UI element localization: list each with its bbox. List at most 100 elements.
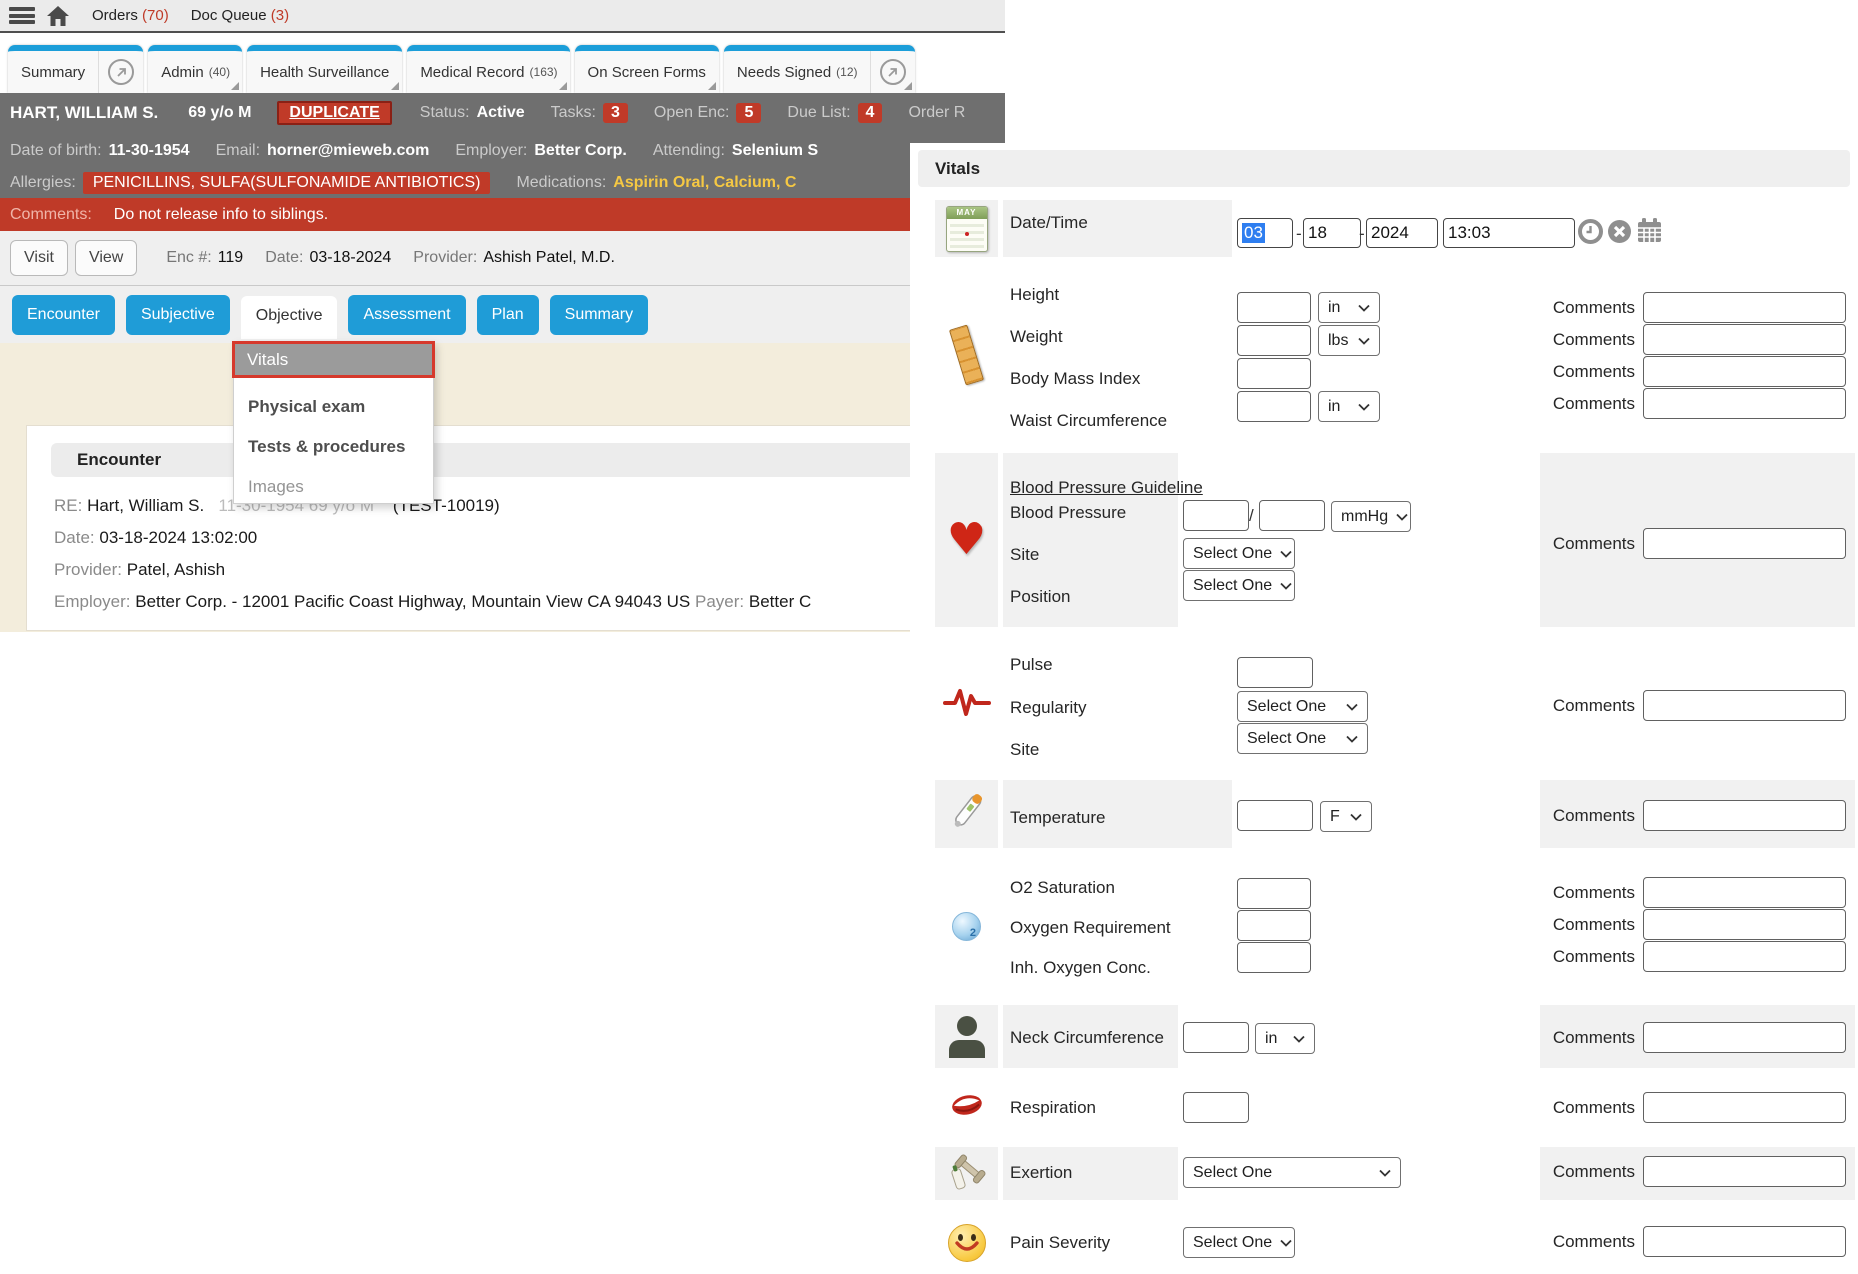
vitals-row-exertion: Exertion Select One Comments (910, 1147, 1855, 1200)
tab-summary[interactable]: Summary (8, 45, 143, 93)
chevron-down-icon (1280, 582, 1292, 590)
nav-summary[interactable]: Summary (550, 295, 648, 335)
due-list-badge[interactable]: 4 (858, 103, 883, 123)
date-month-input[interactable]: 03 (1237, 218, 1293, 248)
temperature-unit-select[interactable]: F (1320, 801, 1372, 832)
respiration-comments-input[interactable] (1643, 1092, 1846, 1123)
o2-saturation-input[interactable] (1237, 878, 1311, 909)
bp-guideline-link[interactable]: Blood Pressure Guideline (1010, 478, 1203, 498)
bmi-comments-input[interactable] (1643, 356, 1846, 387)
bp-label: Blood Pressure (1010, 503, 1126, 523)
pulse-input[interactable] (1237, 657, 1313, 688)
tab-needs-signed[interactable]: Needs Signed(12) (724, 45, 915, 93)
date-year-input[interactable] (1366, 218, 1438, 248)
orders-link[interactable]: Orders (70) (92, 7, 169, 24)
weight-input[interactable] (1237, 325, 1311, 356)
waist-input[interactable] (1237, 391, 1311, 422)
clear-datetime-icon[interactable] (1607, 219, 1632, 244)
bmi-label: Body Mass Index (1010, 369, 1140, 389)
menu-item-tests-procedures[interactable]: Tests & procedures (248, 437, 405, 457)
height-comments-input[interactable] (1643, 292, 1846, 323)
nav-assessment[interactable]: Assessment (348, 295, 465, 335)
pain-comments-input[interactable] (1643, 1226, 1846, 1257)
tab-admin[interactable]: Admin(40) (148, 45, 242, 93)
bmi-input[interactable] (1237, 358, 1311, 389)
pulse-label: Pulse (1010, 655, 1053, 675)
bp-site-select[interactable]: Select One (1183, 538, 1295, 569)
medications-list[interactable]: Aspirin Oral, Calcium, C (613, 174, 796, 192)
bp-systolic-input[interactable] (1183, 500, 1249, 531)
pain-severity-select[interactable]: Select One (1183, 1227, 1295, 1258)
waist-comments-input[interactable] (1643, 388, 1846, 419)
bp-unit-select[interactable]: mmHg (1331, 501, 1411, 532)
inh-oxygen-input[interactable] (1237, 942, 1311, 973)
encounter-card-title: Encounter (77, 450, 161, 470)
exertion-comments-input[interactable] (1643, 1156, 1846, 1187)
tab-label: Summary (8, 64, 98, 81)
neck-comments-input[interactable] (1643, 1022, 1846, 1053)
encounter-employer: Better Corp. - 12001 Pacific Coast Highw… (135, 592, 690, 611)
height-unit-select[interactable]: in (1318, 292, 1380, 323)
oxygen-requirement-input[interactable] (1237, 910, 1311, 941)
weight-comments-input[interactable] (1643, 324, 1846, 355)
pulse-comments-input[interactable] (1643, 690, 1846, 721)
oxygen-icon: 2 (952, 912, 981, 941)
neck-input[interactable] (1183, 1022, 1249, 1053)
waist-unit-select[interactable]: in (1318, 391, 1380, 422)
weight-unit-select[interactable]: lbs (1318, 325, 1380, 356)
doc-queue-link[interactable]: Doc Queue (3) (191, 7, 289, 24)
height-input[interactable] (1237, 292, 1311, 323)
encounter-content-area: Encounter RE: Hart, William S. 11-30-195… (0, 343, 1005, 632)
bp-diastolic-input[interactable] (1259, 500, 1325, 531)
patient-name: HART, WILLIAM S. (10, 103, 158, 123)
menu-item-physical-exam[interactable]: Physical exam (248, 397, 365, 417)
chevron-down-icon (1346, 735, 1358, 743)
tab-on-screen-forms[interactable]: On Screen Forms (575, 45, 719, 93)
top-menu-bar: Orders (70) Doc Queue (3) (0, 0, 1005, 33)
allergies-badge[interactable]: PENICILLINS, SULFA(SULFONAMIDE ANTIBIOTI… (83, 172, 491, 194)
menu-item-vitals[interactable]: Vitals (232, 341, 435, 378)
head-silhouette-icon (949, 1016, 985, 1058)
oxygen-requirement-comments-input[interactable] (1643, 909, 1846, 940)
nav-encounter[interactable]: Encounter (12, 295, 115, 335)
bp-comments-input[interactable] (1643, 528, 1846, 559)
tab-medical-record[interactable]: Medical Record(163) (407, 45, 569, 93)
home-icon[interactable] (46, 5, 70, 27)
vitals-row-pulse: Pulse Regularity Site Select One Select … (910, 640, 1855, 768)
open-enc-badge[interactable]: 5 (736, 103, 761, 123)
tasks-badge[interactable]: 3 (603, 103, 628, 123)
pulse-site-select[interactable]: Select One (1237, 723, 1368, 754)
oxygen-requirement-label: Oxygen Requirement (1010, 918, 1171, 938)
nav-objective[interactable]: Objective (241, 296, 338, 339)
date-day-input[interactable] (1303, 218, 1361, 248)
duplicate-badge[interactable]: DUPLICATE (277, 101, 391, 125)
nav-plan[interactable]: Plan (477, 295, 539, 335)
neck-unit-select[interactable]: in (1255, 1023, 1315, 1054)
hamburger-menu-icon[interactable] (9, 7, 35, 24)
patient-comments-bar: Comments: Do not release info to sibling… (0, 198, 1005, 231)
temperature-input[interactable] (1237, 800, 1313, 831)
o2-saturation-comments-input[interactable] (1643, 877, 1846, 908)
respiration-input[interactable] (1183, 1092, 1249, 1123)
patient-header: HART, WILLIAM S. 69 y/o M DUPLICATE Stat… (0, 93, 1005, 198)
vitals-row-neck: Neck Circumference in Comments (910, 1005, 1855, 1068)
clock-icon[interactable] (1578, 219, 1603, 244)
chevron-down-icon (1280, 550, 1292, 558)
open-in-new-button[interactable] (98, 51, 143, 93)
tab-health-surveillance[interactable]: Health Surveillance (247, 45, 402, 93)
bp-position-select[interactable]: Select One (1183, 570, 1295, 601)
menu-item-images[interactable]: Images (248, 477, 304, 497)
regularity-select[interactable]: Select One (1237, 691, 1368, 722)
calendar-picker-icon[interactable] (1636, 217, 1663, 244)
temperature-comments-input[interactable] (1643, 800, 1846, 831)
encounter-date-line: Date: 03-18-2024 13:02:00 (54, 528, 257, 548)
neck-label: Neck Circumference (1010, 1028, 1164, 1048)
open-in-new-button[interactable] (870, 51, 915, 93)
inh-oxygen-comments-input[interactable] (1643, 941, 1846, 972)
view-button[interactable]: View (75, 240, 137, 276)
time-input[interactable] (1443, 218, 1575, 248)
heart-icon: ♥ (947, 520, 986, 560)
exertion-select[interactable]: Select One (1183, 1157, 1401, 1188)
visit-button[interactable]: Visit (10, 240, 68, 276)
nav-subjective[interactable]: Subjective (126, 295, 230, 335)
